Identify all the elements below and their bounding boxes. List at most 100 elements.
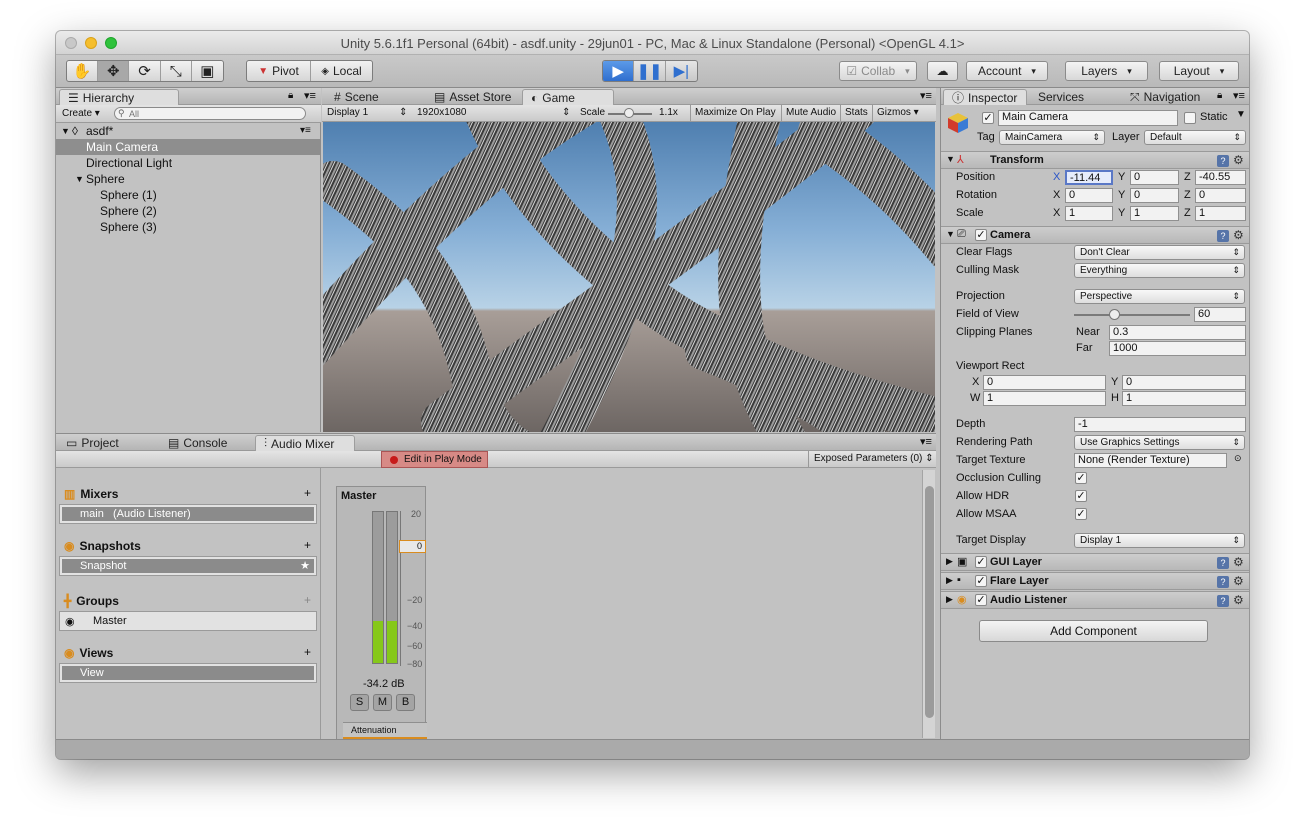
flare-layer-checkbox[interactable]: ✓ [975,575,987,587]
move-tool-icon[interactable]: ✥ [98,61,130,81]
foldout-arrow-icon[interactable]: ▼ [946,154,955,164]
rotate-tool-icon[interactable]: ⟳ [129,61,161,81]
far-field[interactable]: 1000 [1109,341,1246,356]
tab-services[interactable]: Services [1030,89,1092,105]
scale-slider-handle[interactable] [624,108,634,118]
star-icon[interactable]: ★ [300,559,310,573]
add-component-button[interactable]: Add Component [979,620,1208,642]
static-checkbox[interactable] [1184,112,1196,124]
gear-icon[interactable]: ⚙ [1233,228,1244,242]
rotation-x-field[interactable]: 0 [1065,188,1113,203]
foldout-arrow-icon[interactable]: ▶ [946,594,953,605]
help-icon[interactable]: ? [1217,155,1229,167]
play-button[interactable]: ▶ [603,61,635,81]
fov-field[interactable]: 60 [1194,307,1246,322]
audio-listener-checkbox[interactable]: ✓ [975,594,987,606]
fov-slider-handle[interactable] [1109,309,1120,320]
gear-icon[interactable]: ⚙ [1233,153,1244,167]
solo-button[interactable]: S [350,694,369,711]
scale-z-field[interactable]: 1 [1195,206,1246,221]
rotation-z-field[interactable]: 0 [1195,188,1246,203]
position-y-field[interactable]: 0 [1130,170,1179,185]
rect-tool-icon[interactable]: ▣ [192,61,223,81]
scale-x-field[interactable]: 1 [1065,206,1113,221]
depth-field[interactable]: -1 [1074,417,1246,432]
panel-menu-icon[interactable]: ▾≡ [920,89,932,102]
layer-dropdown[interactable]: Default [1144,130,1246,145]
occlusion-culling-checkbox[interactable]: ✓ [1075,472,1087,484]
cloud-button[interactable]: ☁ [927,61,958,81]
hierarchy-item-sphere-2[interactable]: Sphere (2) [56,203,320,219]
list-item[interactable]: main (Audio Listener) [62,507,314,521]
collab-button[interactable]: ☑ Collab [839,61,917,81]
group-item-master[interactable]: Master [93,615,127,627]
add-mixer-button[interactable]: + [304,486,311,500]
tab-game[interactable]: ◐ Game [522,89,614,105]
gear-icon[interactable]: ⚙ [1233,555,1244,569]
stats-button[interactable]: Stats [840,105,872,122]
gizmos-dropdown[interactable]: Gizmos ▾ [872,105,923,122]
add-view-button[interactable]: + [304,645,311,659]
resolution-dropdown[interactable]: 1920x1080 ⇕ [417,107,572,118]
mute-button[interactable]: M [373,694,392,711]
layout-dropdown[interactable]: Layout [1159,61,1239,81]
help-icon[interactable]: ? [1217,595,1229,607]
gui-layer-checkbox[interactable]: ✓ [975,556,987,568]
hierarchy-item-directional-light[interactable]: Directional Light [56,155,320,171]
eye-icon[interactable]: ◉ [65,615,75,628]
object-picker-icon[interactable]: ⊙ [1234,453,1242,464]
position-x-field[interactable]: -11.44 [1065,170,1113,185]
tab-inspector[interactable]: ⓘ Inspector [943,89,1027,105]
game-viewport[interactable] [323,122,935,432]
gear-icon[interactable]: ⚙ [1233,593,1244,607]
rotation-y-field[interactable]: 0 [1130,188,1179,203]
tab-asset-store[interactable]: ▤ Asset Store [426,89,519,105]
edit-in-play-mode-button[interactable]: Edit in Play Mode [381,451,488,468]
tab-navigation[interactable]: ⤧ Navigation [1122,89,1208,105]
rendering-path-dropdown[interactable]: Use Graphics Settings [1074,435,1245,450]
hierarchy-item-sphere[interactable]: ▼ Sphere [56,171,320,187]
object-name-field[interactable]: Main Camera [998,110,1178,126]
lock-icon[interactable]: 🔒︎ [1217,90,1222,101]
hand-tool-icon[interactable]: ✋ [67,61,99,81]
bypass-button[interactable]: B [396,694,415,711]
allow-msaa-checkbox[interactable]: ✓ [1075,508,1087,520]
account-dropdown[interactable]: Account [966,61,1048,81]
projection-dropdown[interactable]: Perspective [1074,289,1245,304]
gear-icon[interactable]: ⚙ [1233,574,1244,588]
viewport-w-field[interactable]: 1 [983,391,1106,406]
attenuation-effect[interactable]: Attenuation [343,722,427,739]
mute-audio-button[interactable]: Mute Audio [781,105,840,122]
hierarchy-search-input[interactable] [114,107,306,120]
tab-scene[interactable]: # Scene [326,89,387,105]
tab-hierarchy[interactable]: ☰ Hierarchy [59,89,179,105]
list-item[interactable]: View [62,666,314,680]
list-item[interactable]: Snapshot ★ [62,559,314,573]
add-snapshot-button[interactable]: + [304,538,311,552]
pivot-button[interactable]: ▼ Pivot [247,61,311,81]
target-display-dropdown[interactable]: Display 1 [1074,533,1245,548]
scale-y-field[interactable]: 1 [1130,206,1179,221]
help-icon[interactable]: ? [1217,557,1229,569]
allow-hdr-checkbox[interactable]: ✓ [1075,490,1087,502]
culling-mask-dropdown[interactable]: Everything [1074,263,1245,278]
tag-dropdown[interactable]: MainCamera [999,130,1105,145]
create-dropdown[interactable]: Create ▾ [62,108,100,119]
pause-button[interactable]: ❚❚ [634,61,666,81]
near-field[interactable]: 0.3 [1109,325,1246,340]
viewport-y-field[interactable]: 0 [1122,375,1246,390]
display-dropdown[interactable]: Display 1 ⇕ [327,107,407,118]
viewport-h-field[interactable]: 1 [1122,391,1246,406]
exposed-parameters-dropdown[interactable]: Exposed Parameters (0) ⇕ [808,451,939,468]
static-dropdown-icon[interactable]: ▼ [1236,109,1246,120]
layers-dropdown[interactable]: Layers [1065,61,1148,81]
maximize-on-play-button[interactable]: Maximize On Play [690,105,780,122]
viewport-x-field[interactable]: 0 [983,375,1106,390]
panel-menu-icon[interactable]: ▾≡ [304,89,316,102]
hierarchy-item-sphere-3[interactable]: Sphere (3) [56,219,320,235]
flare-layer-header[interactable]: ▶ ▪ ✓ Flare Layer ? ⚙ [941,572,1249,590]
active-checkbox[interactable]: ✓ [982,112,994,124]
panel-menu-icon[interactable]: ▾≡ [1233,89,1245,102]
transform-header[interactable]: ▼ ⅄ Transform ? ⚙ [941,151,1249,169]
tab-project[interactable]: ▭ Project [58,435,127,451]
